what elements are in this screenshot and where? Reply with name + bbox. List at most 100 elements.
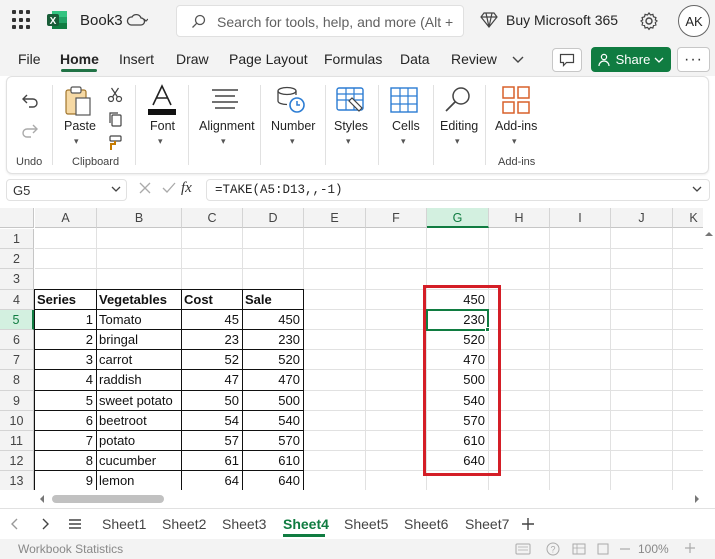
cut-icon[interactable] (107, 87, 123, 103)
cloud-sync-icon[interactable] (126, 13, 148, 29)
chevron-left-icon[interactable] (10, 518, 20, 530)
table-cell[interactable]: 2 (35, 330, 96, 350)
chevron-down-icon[interactable]: ▾ (346, 136, 351, 147)
chevron-down-icon[interactable]: ▾ (221, 136, 226, 147)
row-header-4[interactable]: 4 (0, 289, 34, 310)
all-sheets-menu-icon[interactable] (68, 518, 82, 530)
table-cell[interactable]: potato (97, 431, 181, 451)
tab-review[interactable]: Review (451, 51, 497, 67)
row-header-8[interactable]: 8 (0, 370, 34, 391)
search-input[interactable] (217, 12, 457, 32)
table-cell[interactable]: 8 (35, 451, 96, 471)
cancel-icon[interactable] (138, 181, 152, 195)
column-header-j[interactable]: J (611, 208, 673, 228)
paste-icon[interactable] (63, 85, 93, 117)
table-cell[interactable]: beetroot (97, 411, 181, 431)
styles-icon[interactable] (335, 85, 365, 115)
table-cell[interactable]: 520 (243, 350, 303, 370)
magnifier-icon[interactable] (443, 85, 473, 115)
table-cell[interactable]: 610 (243, 451, 303, 471)
zoom-level[interactable]: 100% (638, 542, 669, 556)
horizontal-scroll-thumb[interactable] (52, 495, 164, 503)
chevron-right-icon[interactable] (40, 518, 50, 530)
row-header-7[interactable]: 7 (0, 350, 34, 371)
formula-input[interactable]: =TAKE(A5:D13,,-1) (206, 179, 710, 201)
align-icon[interactable] (210, 87, 240, 111)
column-header-h[interactable]: H (489, 208, 550, 228)
sheet-tab-sheet5[interactable]: Sheet5 (344, 516, 388, 532)
table-cell[interactable]: 640 (243, 471, 303, 490)
table-cell[interactable]: 4 (35, 370, 96, 390)
tab-file[interactable]: File (18, 51, 41, 67)
sheet-tab-sheet6[interactable]: Sheet6 (404, 516, 448, 532)
table-cell[interactable]: 52 (182, 350, 242, 370)
column-header-f[interactable]: F (366, 208, 427, 228)
row-header-9[interactable]: 9 (0, 390, 34, 411)
check-icon[interactable] (162, 181, 176, 195)
table-header-cell[interactable]: Vegetables (97, 290, 181, 310)
zoom-in-icon[interactable] (685, 543, 695, 553)
add-sheet-icon[interactable] (521, 517, 535, 531)
table-cell[interactable]: 50 (182, 391, 242, 411)
horizontal-scrollbar[interactable] (0, 492, 715, 506)
table-cell[interactable]: 540 (243, 411, 303, 431)
number-format-icon[interactable] (275, 83, 307, 115)
spreadsheet-grid[interactable]: A B C D E F G H I J K 1 2 3 4 5 6 7 8 9 10 11 12 13 Series Vegeta… (0, 208, 715, 490)
column-header-d[interactable]: D (243, 208, 304, 228)
chevron-down-icon[interactable]: ▾ (74, 136, 79, 147)
chevron-down-icon[interactable]: ▾ (455, 136, 460, 147)
tab-data[interactable]: Data (400, 51, 430, 67)
table-cell[interactable]: 54 (182, 411, 242, 431)
share-button[interactable]: Share (591, 47, 671, 72)
font-icon[interactable] (146, 83, 178, 117)
app-launcher-icon[interactable] (12, 10, 32, 30)
table-cell[interactable]: 470 (243, 370, 303, 390)
table-cell[interactable]: Tomato (97, 310, 181, 330)
table-cell[interactable]: 3 (35, 350, 96, 370)
sheet-tab-sheet1[interactable]: Sheet1 (102, 516, 146, 532)
tab-draw[interactable]: Draw (176, 51, 209, 67)
select-all-corner[interactable] (0, 208, 34, 228)
chevron-down-icon[interactable] (511, 52, 525, 66)
table-cell[interactable]: 5 (35, 391, 96, 411)
scroll-right-icon[interactable] (693, 495, 701, 503)
workbook-title[interactable]: Book3 (80, 12, 123, 29)
chevron-down-icon[interactable]: ▾ (290, 136, 295, 147)
table-cell[interactable]: 500 (243, 391, 303, 411)
keyboard-icon[interactable] (515, 543, 531, 555)
table-cell[interactable]: sweet potato (97, 391, 181, 411)
table-cell[interactable]: 230 (243, 330, 303, 350)
add-ins-icon[interactable] (501, 85, 531, 115)
gear-icon[interactable] (639, 11, 659, 31)
table-cell[interactable]: 47 (182, 370, 242, 390)
chevron-down-icon[interactable]: ▾ (512, 136, 517, 147)
vertical-scrollbar[interactable] (703, 208, 715, 498)
chevron-down-icon[interactable] (691, 183, 703, 195)
row-header-3[interactable]: 3 (0, 269, 34, 290)
row-header-1[interactable]: 1 (0, 229, 34, 250)
tab-home[interactable]: Home (60, 51, 99, 67)
row-header-13[interactable]: 13 (0, 471, 34, 490)
table-cell[interactable]: 61 (182, 451, 242, 471)
tab-insert[interactable]: Insert (119, 51, 154, 67)
table-header-cell[interactable]: Series (35, 290, 96, 310)
sheet-tab-sheet3[interactable]: Sheet3 (222, 516, 266, 532)
row-header-6[interactable]: 6 (0, 330, 34, 351)
page-layout-view-icon[interactable] (596, 543, 610, 555)
chevron-down-icon[interactable]: ▾ (158, 136, 163, 147)
column-header-a[interactable]: A (35, 208, 97, 228)
tab-formulas[interactable]: Formulas (324, 51, 382, 67)
row-header-12[interactable]: 12 (0, 451, 34, 472)
table-header-cell[interactable]: Sale (243, 290, 303, 310)
row-header-11[interactable]: 11 (0, 431, 34, 452)
table-cell[interactable]: lemon (97, 471, 181, 490)
column-header-c[interactable]: C (182, 208, 243, 228)
table-cell[interactable]: 45 (182, 310, 242, 330)
table-cell[interactable]: 57 (182, 431, 242, 451)
scroll-left-icon[interactable] (38, 495, 46, 503)
table-cell[interactable]: cucumber (97, 451, 181, 471)
sheet-tab-sheet7[interactable]: Sheet7 (465, 516, 509, 532)
cells-icon[interactable] (389, 85, 419, 115)
sheet-tab-sheet2[interactable]: Sheet2 (162, 516, 206, 532)
buy-microsoft-365-button[interactable]: Buy Microsoft 365 (480, 12, 618, 28)
